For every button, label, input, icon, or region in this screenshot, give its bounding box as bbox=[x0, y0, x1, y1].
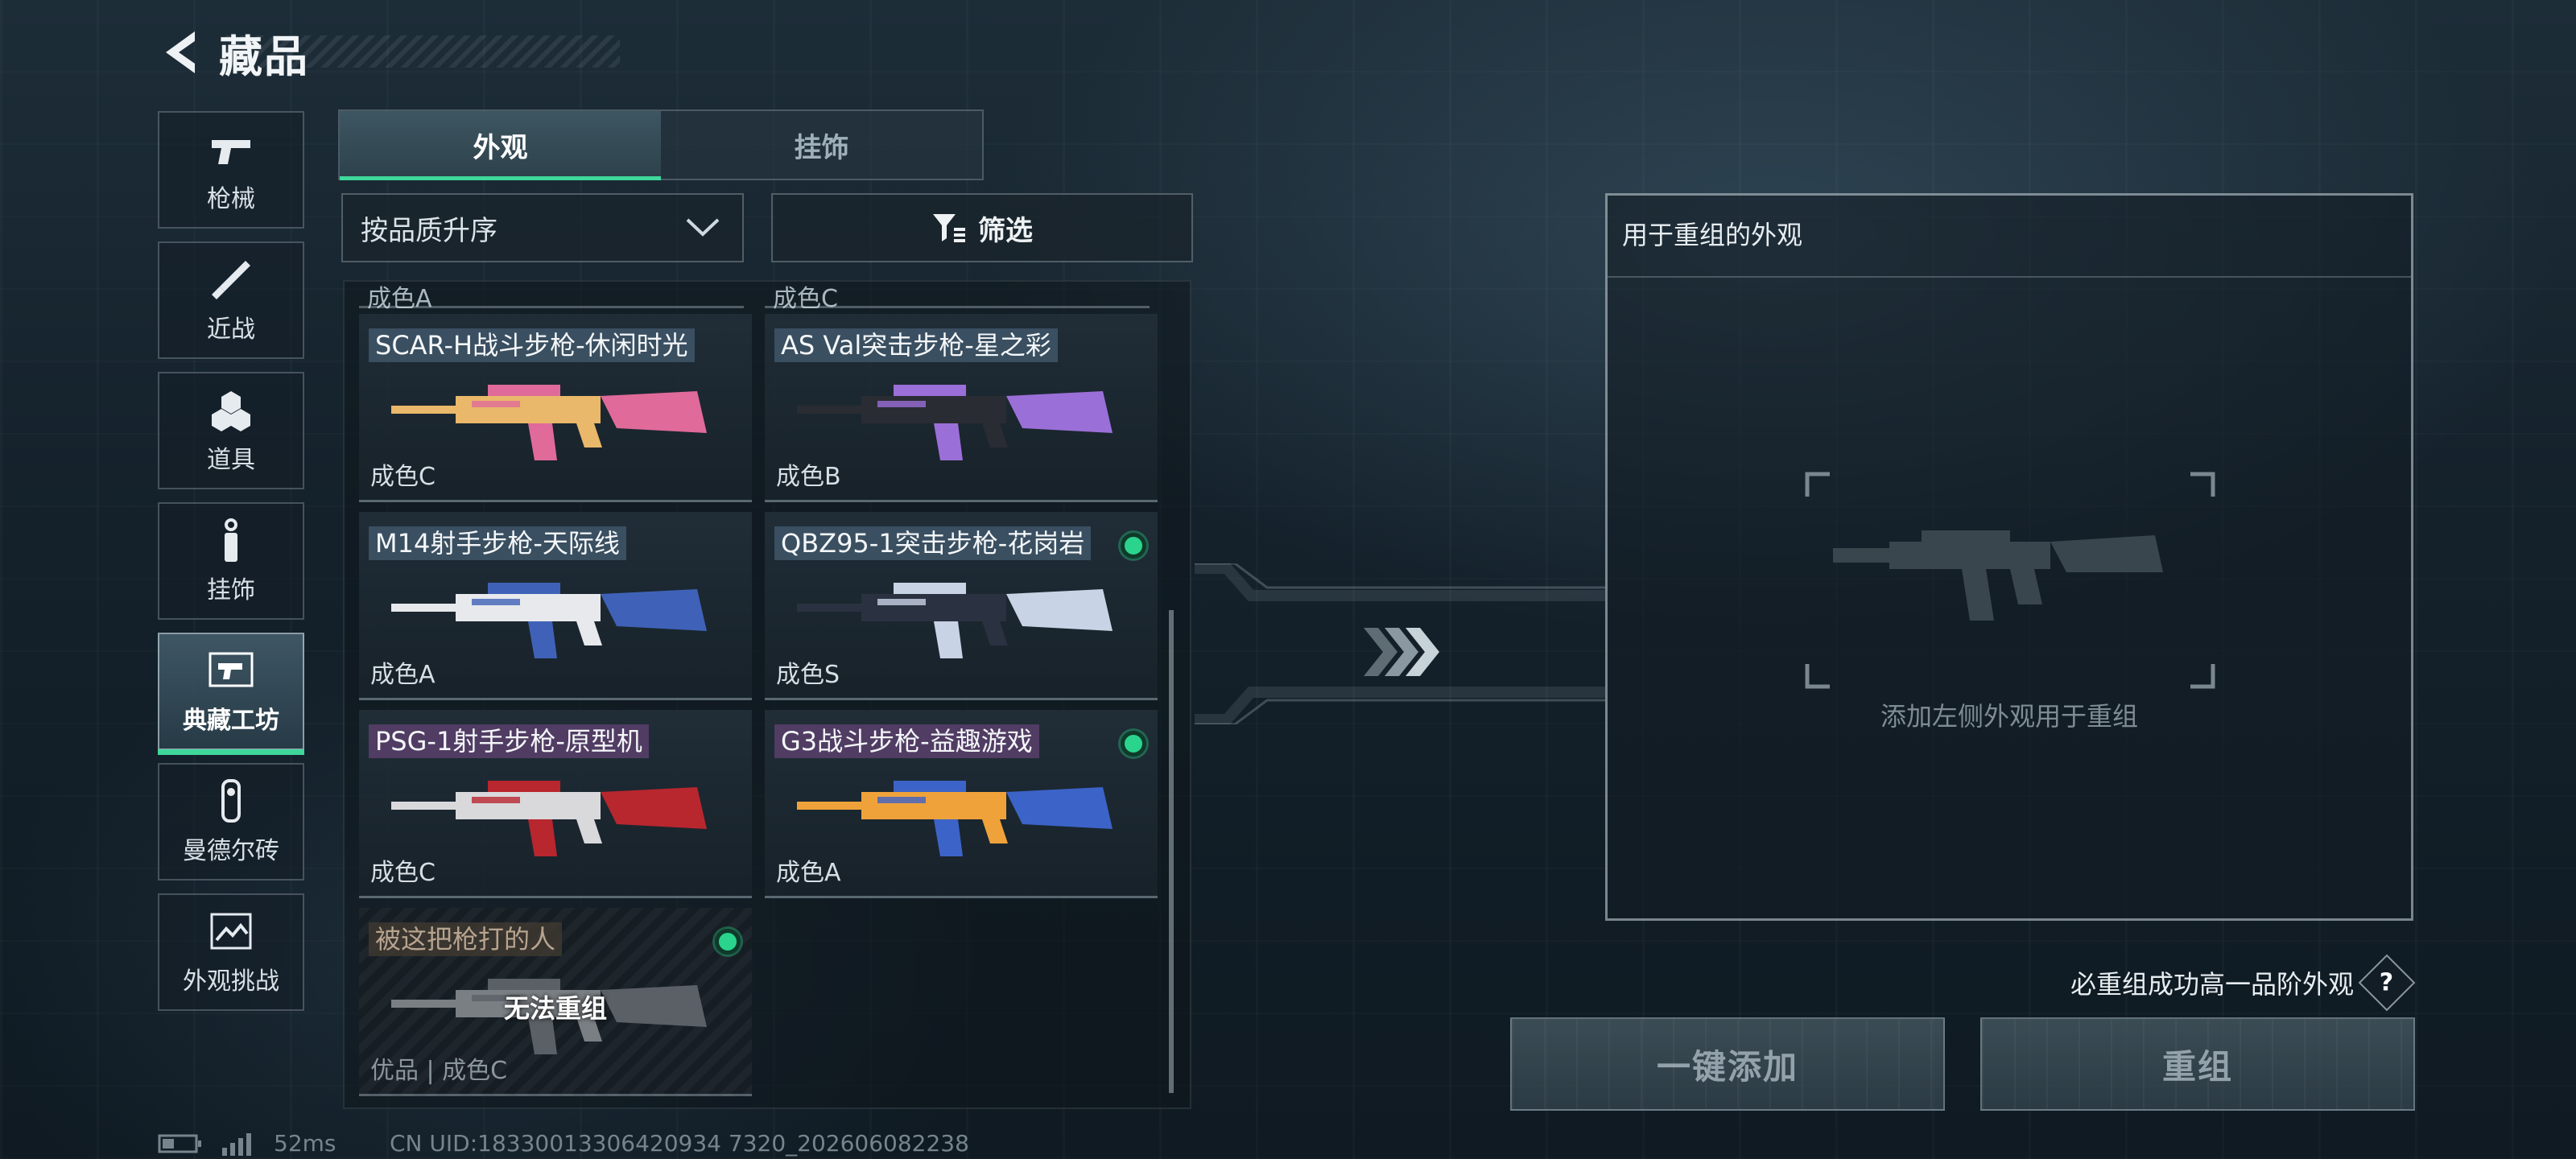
item-name: PSG-1射手步枪-原型机 bbox=[369, 724, 649, 758]
nav-item-label: 枪械 bbox=[207, 185, 255, 213]
back-arrow-icon bbox=[166, 31, 195, 73]
item-grid[interactable]: 成色A 成色C SCAR-H战斗步枪-休闲时光 成色C AS Val突击步枪-星之彩… bbox=[343, 280, 1191, 1109]
challenge-icon bbox=[207, 908, 255, 956]
recombine-panel: 用于重组的外观 添加左侧外观用于重组 bbox=[1605, 193, 2413, 921]
item-grade: 成色B bbox=[776, 463, 841, 491]
row-divider bbox=[359, 306, 744, 308]
item-grade: 成色S bbox=[776, 661, 840, 689]
nav-item-0[interactable]: 枪械 bbox=[158, 111, 304, 229]
brick-icon bbox=[207, 777, 255, 826]
back-button[interactable] bbox=[158, 24, 206, 80]
status-bar: 52ms bbox=[158, 1130, 336, 1157]
ping-value: 52ms bbox=[274, 1130, 336, 1157]
pistol-icon bbox=[207, 126, 255, 174]
weapon-image bbox=[797, 385, 1113, 460]
guarantee-info: 必重组成功高一品阶外观 ? bbox=[2070, 954, 2416, 1012]
item-name: SCAR-H战斗步枪-休闲时光 bbox=[369, 328, 695, 362]
nav-item-label: 近战 bbox=[207, 316, 255, 344]
page-header: 藏品 bbox=[158, 24, 309, 82]
weapon-image bbox=[797, 583, 1113, 658]
tab-charms[interactable]: 挂饰 bbox=[661, 111, 982, 179]
new-indicator-dot bbox=[715, 929, 741, 955]
add-all-button[interactable]: 一键添加 bbox=[1510, 1017, 1945, 1111]
item-name: QBZ95-1突击步枪-花岗岩 bbox=[774, 526, 1092, 560]
sort-label: 按品质升序 bbox=[361, 214, 497, 247]
item-grade: 优品 | 成色C bbox=[370, 1057, 508, 1085]
nav-item-label: 曼德尔砖 bbox=[183, 837, 279, 865]
recombine-header: 用于重组的外观 bbox=[1608, 196, 2411, 278]
cannot-recombine-label: 无法重组 bbox=[503, 993, 607, 1024]
nav-item-label: 外观挑战 bbox=[183, 967, 279, 996]
item-grade: 成色C bbox=[370, 463, 436, 491]
battery-icon bbox=[158, 1134, 201, 1153]
item-card[interactable]: QBZ95-1突击步枪-花岗岩成色S bbox=[765, 512, 1158, 700]
filter-label: 筛选 bbox=[978, 214, 1033, 247]
filter-button[interactable]: 筛选 bbox=[771, 193, 1193, 262]
recombine-slot[interactable] bbox=[1801, 468, 2219, 693]
charm-icon bbox=[207, 517, 255, 565]
help-icon: ? bbox=[2380, 968, 2394, 997]
recombine-label: 重组 bbox=[2161, 1046, 2233, 1087]
item-card[interactable]: M14射手步枪-天际线成色A bbox=[359, 512, 752, 700]
page-title: 藏品 bbox=[219, 31, 309, 82]
item-name: 被这把枪打的人 bbox=[369, 922, 563, 956]
item-grade: 成色C bbox=[370, 859, 436, 887]
user-uid: CN UID:18330013306420934 7320_2026060822… bbox=[390, 1130, 969, 1157]
nav-item-label: 典藏工坊 bbox=[183, 707, 279, 735]
sort-dropdown[interactable]: 按品质升序 bbox=[341, 193, 744, 262]
partial-row-grade: 成色C bbox=[773, 285, 838, 313]
weapon-image bbox=[797, 781, 1113, 856]
tab-appearance[interactable]: 外观 bbox=[340, 111, 661, 180]
item-grade: 成色A bbox=[370, 661, 436, 689]
partial-row-grade: 成色A bbox=[367, 285, 432, 313]
workshop-icon bbox=[207, 647, 255, 695]
row-divider bbox=[765, 306, 1150, 308]
nav-item-label: 道具 bbox=[207, 446, 255, 474]
item-name: G3战斗步枪-益趣游戏 bbox=[774, 724, 1039, 758]
chevron-down-icon bbox=[686, 218, 720, 237]
grid-scrollbar[interactable] bbox=[1169, 610, 1174, 1093]
nav-item-1[interactable]: 近战 bbox=[158, 241, 304, 359]
signal-icon bbox=[222, 1132, 251, 1156]
weapon-image bbox=[391, 583, 707, 658]
help-button[interactable]: ? bbox=[2358, 954, 2416, 1012]
weapon-image bbox=[391, 781, 707, 856]
tab-bar: 外观 挂饰 bbox=[338, 109, 984, 180]
weapon-image bbox=[391, 385, 707, 460]
new-indicator-dot bbox=[1121, 533, 1146, 559]
item-card[interactable]: 被这把枪打的人优品 | 成色C 无法重组 bbox=[359, 908, 752, 1096]
knife-icon bbox=[207, 256, 255, 304]
item-card[interactable]: SCAR-H战斗步枪-休闲时光成色C bbox=[359, 314, 752, 502]
nav-item-label: 挂饰 bbox=[207, 576, 255, 604]
item-card[interactable]: G3战斗步枪-益趣游戏成色A bbox=[765, 710, 1158, 898]
rifle-silhouette-icon bbox=[1833, 530, 2163, 621]
nav-item-5[interactable]: 曼德尔砖 bbox=[158, 763, 304, 881]
nav-item-3[interactable]: 挂饰 bbox=[158, 502, 304, 620]
item-card[interactable]: PSG-1射手步枪-原型机成色C bbox=[359, 710, 752, 898]
category-nav: 枪械近战道具挂饰典藏工坊曼德尔砖外观挑战 bbox=[158, 111, 306, 1024]
item-name: M14射手步枪-天际线 bbox=[369, 526, 626, 560]
item-grade: 成色A bbox=[776, 859, 841, 887]
nav-item-4[interactable]: 典藏工坊 bbox=[158, 633, 304, 755]
arrow-right-icon bbox=[1364, 628, 1439, 676]
nav-item-6[interactable]: 外观挑战 bbox=[158, 893, 304, 1011]
add-all-label: 一键添加 bbox=[1656, 1046, 1798, 1087]
grenades-icon bbox=[207, 386, 255, 435]
nav-item-2[interactable]: 道具 bbox=[158, 372, 304, 489]
filter-icon bbox=[933, 214, 965, 242]
new-indicator-dot bbox=[1121, 731, 1146, 757]
item-card[interactable]: AS Val突击步枪-星之彩成色B bbox=[765, 314, 1158, 502]
guarantee-text: 必重组成功高一品阶外观 bbox=[2070, 969, 2355, 1000]
item-name: AS Val突击步枪-星之彩 bbox=[774, 328, 1058, 362]
recombine-button[interactable]: 重组 bbox=[1980, 1017, 2415, 1111]
recombine-hint: 添加左侧外观用于重组 bbox=[1880, 701, 2138, 732]
